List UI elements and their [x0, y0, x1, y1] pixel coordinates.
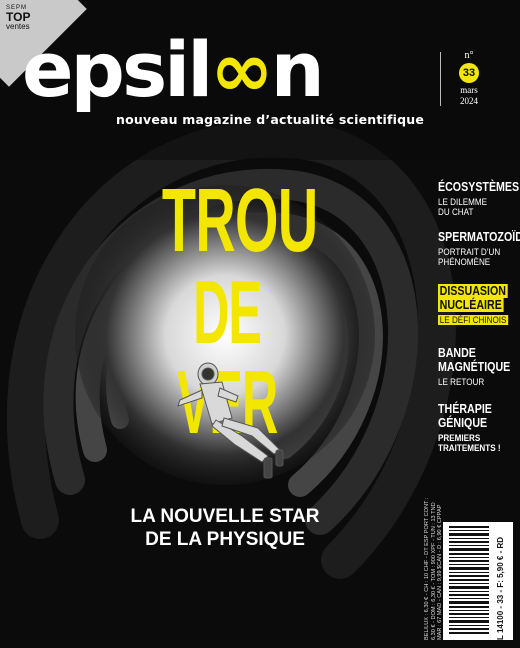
story-subtitle-line-2: PHÉNOMÈNE — [438, 257, 491, 267]
barcode-icon — [449, 526, 489, 634]
story-title: ÉCOSYSTÈMES — [438, 179, 520, 194]
tagline: nouveau magazine d’actualité scientifiqu… — [116, 112, 425, 127]
sidebar-story-dissuasion: DISSUASION NUCLÉAIRE LE DÉFI CHINOIS — [438, 284, 520, 325]
story-subtitle-line-1: PREMIERS — [438, 433, 481, 443]
sidebar-story-therapie-genique: THÉRAPIE GÉNIQUE PREMIERS TRAITEMENTS ! — [438, 401, 508, 454]
story-title: SPERMATOZOÏDE — [438, 229, 520, 244]
price-list: BEL/LUX : 6,30 € - CH : 10 CHF - DT ESP … — [424, 497, 444, 640]
story-subtitle: LE RETOUR — [438, 377, 485, 387]
subheadline-line-2: DE LA PHYSIQUE — [145, 529, 305, 550]
story-title: DISSUASION NUCLÉAIRE — [438, 284, 508, 312]
logo-prefix: epsil — [22, 25, 213, 114]
magazine-cover: SEPM TOP ventes epsil∞n nouveau magazine… — [0, 0, 520, 648]
story-subtitle-line-1: LE DÉFI CHINOIS — [438, 315, 509, 325]
subheadline-line-1: LA NOUVELLE STAR — [130, 506, 320, 527]
story-subtitle-line-2: DU CHAT — [438, 207, 474, 217]
story-title-line-2: MAGNÉTIQUE — [438, 359, 511, 374]
story-subtitle: LE DÉFI CHINOIS — [438, 315, 514, 325]
story-subtitle-line-1: PORTRAIT D’UN — [438, 247, 501, 257]
sidebar-story-spermatozoide: SPERMATOZOÏDE PORTRAIT D’UNPHÉNOMÈNE — [438, 229, 520, 268]
story-title-line-2: GÉNIQUE — [438, 415, 488, 430]
story-subtitle: LE DILEMME DU CHAT — [438, 197, 520, 217]
story-subtitle-line-2: TRAITEMENTS ! — [438, 443, 501, 453]
headline-line-1: TROU — [161, 171, 318, 271]
sidebar-story-ecosystemes: ÉCOSYSTÈMES LE DILEMME DU CHAT — [438, 179, 520, 218]
subheadline: LA NOUVELLE STAR DE LA PHYSIQUE — [100, 505, 350, 551]
story-title-line-1: THÉRAPIE — [438, 401, 492, 416]
story-title-line-2: NUCLÉAIRE — [438, 297, 504, 312]
magazine-logo: epsil∞n — [22, 32, 325, 108]
barcode-code: L 14100 - 33 - F: 5,90 € - RD — [496, 536, 505, 640]
issue-divider — [440, 52, 441, 106]
astronaut-image — [177, 362, 284, 479]
price-line-1: BEL/LUX : 6,30 € - CH : 10 CHF - DT ESP … — [424, 497, 430, 640]
story-subtitle-line-1: LE DILEMME — [438, 197, 488, 207]
issue-label: n° — [464, 50, 474, 61]
issue-year: 2024 — [460, 96, 478, 106]
issue-month: mars — [460, 85, 478, 95]
story-title-line-1: BANDE — [438, 345, 476, 360]
logo-suffix: n — [270, 25, 325, 114]
story-subtitle: PORTRAIT D’UN PHÉNOMÈNE — [438, 247, 520, 267]
issue-number: 33 — [459, 63, 479, 83]
logo-infinity-symbol: ∞ — [210, 25, 273, 114]
issue-info: n° 33 mars 2024 — [452, 50, 486, 107]
story-title-line-1: DISSUASION — [438, 283, 508, 298]
sidebar-story-bande-magnetique: BANDE MAGNÉTIQUE LE RETOUR — [438, 345, 520, 388]
story-subtitle: PREMIERS TRAITEMENTS ! — [438, 433, 501, 453]
